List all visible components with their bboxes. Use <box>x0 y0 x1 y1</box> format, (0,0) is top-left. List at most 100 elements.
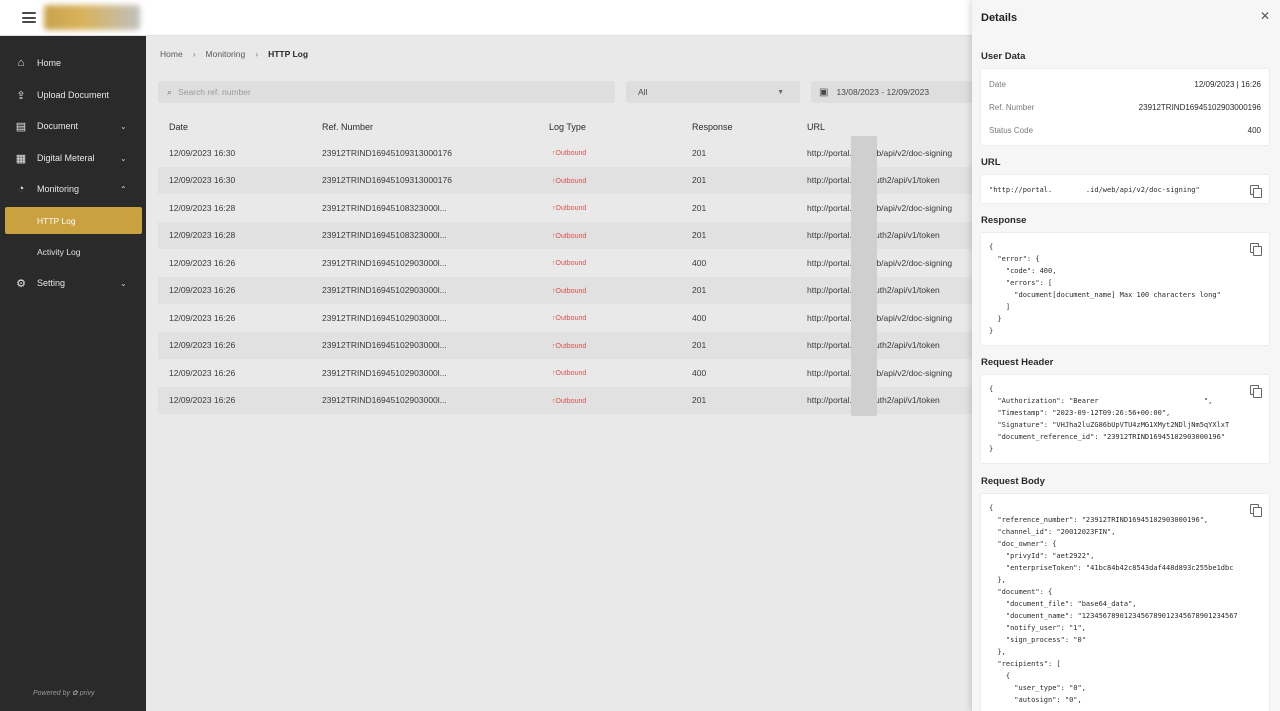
code-line: "sign_process": "0" <box>989 636 1086 644</box>
date-range-picker[interactable]: ▣ 13/08/2023 - 12/09/2023 <box>811 81 976 103</box>
user-data-ref-label: Ref. Number <box>989 103 1035 112</box>
sidebar: ⌂ Home ⇪ Upload Document ▤ Document ⌄ ▦ … <box>0 36 146 711</box>
redacted-region <box>851 136 877 416</box>
sidebar-item-digital-meteral[interactable]: ▦ Digital Meteral ⌄ <box>0 144 146 172</box>
log-type-select[interactable]: All ▼ <box>626 81 800 103</box>
details-panel: Details ✕ User Data Date 12/09/2023 | 16… <box>972 0 1280 711</box>
chevron-down-icon: ⌄ <box>120 278 127 288</box>
response-code: { "error": { "code": 400, "errors": [ "d… <box>989 241 1221 337</box>
code-line: } <box>989 315 1002 323</box>
table-row[interactable]: 12/09/2023 16:26 23912TRIND16945102903000… <box>158 331 972 359</box>
table-row[interactable]: 12/09/2023 16:28 23912TRIND16945108323000… <box>158 194 972 222</box>
copy-icon[interactable] <box>1250 504 1262 517</box>
sidebar-subitem-activity-log[interactable]: Activity Log <box>5 238 142 265</box>
user-data-date-value: 12/09/2023 | 16:26 <box>1194 80 1261 89</box>
hamburger-menu-icon[interactable] <box>22 12 36 23</box>
sidebar-item-label: Digital Meteral <box>37 153 95 163</box>
http-log-table: Date Ref. Number Log Type Response URL 1… <box>158 114 972 414</box>
column-header-url[interactable]: URL <box>796 114 972 139</box>
column-header-log-type[interactable]: Log Type <box>538 114 681 139</box>
cell-response: 400 <box>681 249 796 277</box>
code-line: "Authorization": "Bearer ", <box>989 397 1213 405</box>
cell-url: http://portal. .id/oauth2/api/v1/token <box>796 276 972 304</box>
code-line: ] <box>989 303 1011 311</box>
close-icon[interactable]: ✕ <box>1260 9 1270 23</box>
url-section-title: URL <box>981 157 1001 168</box>
grid-icon: ▦ <box>15 152 27 165</box>
cell-date: 12/09/2023 16:30 <box>158 166 311 194</box>
chevron-down-icon: ⌄ <box>120 153 127 163</box>
code-line: "document_file": "base64_data", <box>989 600 1137 608</box>
cell-ref-number: 23912TRIND16945108323000l... <box>311 194 538 222</box>
cell-log-type: ↑Outbound <box>538 194 681 222</box>
table-row[interactable]: 12/09/2023 16:28 23912TRIND16945108323000… <box>158 221 972 249</box>
code-line: }, <box>989 576 1006 584</box>
cell-log-type: ↑Outbound <box>538 331 681 359</box>
document-icon: ▤ <box>15 120 27 133</box>
cell-ref-number: 23912TRIND16945102903000l... <box>311 304 538 332</box>
cell-date: 12/09/2023 16:26 <box>158 359 311 387</box>
cell-url: http://portal. .id/web/api/v2/doc-signin… <box>796 194 972 222</box>
table-row[interactable]: 12/09/2023 16:26 23912TRIND16945102903000… <box>158 359 972 387</box>
chevron-down-icon: ⌄ <box>120 121 127 131</box>
log-type-value: All <box>638 87 648 97</box>
sidebar-item-home[interactable]: ⌂ Home <box>0 49 146 77</box>
cell-url: http://portal. .id/oauth2/api/v1/token <box>796 221 972 249</box>
cell-log-type: ↑Outbound <box>538 359 681 387</box>
request-body-section-title: Request Body <box>981 476 1045 487</box>
code-line: "errors": [ <box>989 279 1053 287</box>
user-data-card: Date 12/09/2023 | 16:26 Ref. Number 2391… <box>980 68 1270 146</box>
request-header-section-title: Request Header <box>981 357 1054 368</box>
cell-response: 400 <box>681 304 796 332</box>
table-row[interactable]: 12/09/2023 16:30 23912TRIND16945109313000… <box>158 139 972 167</box>
main-content: Home › Monitoring › HTTP Log ⌕ Search re… <box>146 36 976 711</box>
cell-ref-number: 23912TRIND16945102903000l... <box>311 331 538 359</box>
cell-ref-number: 23912TRIND16945109313000176 <box>311 139 538 167</box>
cell-response: 201 <box>681 194 796 222</box>
monitoring-icon: ◔ <box>17 183 25 195</box>
cell-url: http://portal. .id/web/api/v2/doc-signin… <box>796 139 972 167</box>
sidebar-item-document[interactable]: ▤ Document ⌄ <box>0 112 146 140</box>
chevron-up-icon: ⌃ <box>120 184 127 194</box>
cell-ref-number: 23912TRIND16945102903000l... <box>311 249 538 277</box>
sidebar-item-monitoring[interactable]: ◔ Monitoring ⌃ <box>0 175 146 203</box>
sidebar-subitem-http-log[interactable]: HTTP Log <box>5 207 142 234</box>
breadcrumb-current: HTTP Log <box>268 49 309 59</box>
cell-url: http://portal. .id/web/api/v2/doc-signin… <box>796 249 972 277</box>
cell-date: 12/09/2023 16:26 <box>158 276 311 304</box>
sidebar-item-label: Upload Document <box>37 90 110 100</box>
user-data-status-value: 400 <box>1247 126 1261 135</box>
outbound-badge: ↑Outbound <box>552 370 587 378</box>
table-row[interactable]: 12/09/2023 16:26 23912TRIND16945102903000… <box>158 276 972 304</box>
copy-icon[interactable] <box>1250 185 1262 198</box>
search-input[interactable]: ⌕ Search ref. number <box>158 81 615 103</box>
code-line: }, <box>989 648 1006 656</box>
table-row[interactable]: 12/09/2023 16:26 23912TRIND16945102903000… <box>158 249 972 277</box>
column-header-ref-number[interactable]: Ref. Number <box>311 114 538 139</box>
breadcrumb-separator: › <box>192 49 196 59</box>
table-row[interactable]: 12/09/2023 16:30 23912TRIND16945109313000… <box>158 166 972 194</box>
copy-icon[interactable] <box>1250 385 1262 398</box>
code-line: "document": { <box>989 588 1053 596</box>
table-row[interactable]: 12/09/2023 16:26 23912TRIND16945102903000… <box>158 304 972 332</box>
code-line: "reference_number": "23912TRIND169451029… <box>989 516 1209 524</box>
code-line: } <box>989 327 994 335</box>
table-row[interactable]: 12/09/2023 16:26 23912TRIND16945102903000… <box>158 386 972 414</box>
breadcrumb-home[interactable]: Home <box>160 49 183 59</box>
cell-date: 12/09/2023 16:28 <box>158 221 311 249</box>
code-line: "Signature": "VHJha2luZG86bUpVTU4zMG1XMy… <box>989 421 1230 429</box>
cell-log-type: ↑Outbound <box>538 249 681 277</box>
breadcrumb-monitoring[interactable]: Monitoring <box>206 49 246 59</box>
copy-icon[interactable] <box>1250 243 1262 256</box>
cell-date: 12/09/2023 16:26 <box>158 304 311 332</box>
cell-response: 201 <box>681 166 796 194</box>
sidebar-item-setting[interactable]: ⚙ Setting ⌄ <box>0 269 146 297</box>
sidebar-subitem-label: Activity Log <box>37 246 81 257</box>
column-header-date[interactable]: Date <box>158 114 311 139</box>
code-line: "autosign": "0", <box>989 696 1082 704</box>
sidebar-item-upload-document[interactable]: ⇪ Upload Document <box>0 81 146 109</box>
breadcrumb: Home › Monitoring › HTTP Log <box>160 49 308 59</box>
cell-response: 201 <box>681 139 796 167</box>
column-header-response[interactable]: Response <box>681 114 796 139</box>
request-header-card: { "Authorization": "Bearer ", "Timestamp… <box>980 374 1270 464</box>
